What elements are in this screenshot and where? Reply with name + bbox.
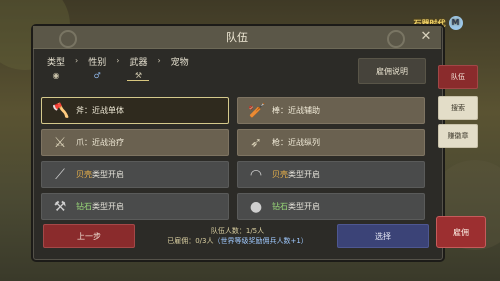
weapon-card-locked-diamond-2[interactable]: ● 钻石类型开启 bbox=[237, 193, 425, 220]
weapon-card-claw[interactable]: ⚔ 爪：近战治疗 bbox=[41, 129, 229, 156]
step-pet[interactable]: 宠物 bbox=[169, 55, 191, 68]
male-icon: ♂ bbox=[93, 71, 101, 80]
chevron-right-icon: › bbox=[157, 56, 161, 65]
axe-icon: 🪓 bbox=[52, 102, 70, 119]
weapon-card-locked-diamond-1[interactable]: ⚒ 钻石类型开启 bbox=[41, 193, 229, 220]
select-button[interactable]: 选择 bbox=[337, 224, 429, 248]
weapon-card-label: 贝壳类型开启 bbox=[272, 170, 320, 179]
hired-note: （世界等级奖励佣兵人数+1） bbox=[213, 237, 308, 245]
step-gender-label: 性别 bbox=[88, 58, 107, 68]
hired-count: 已雇佣：0/3人 bbox=[167, 237, 214, 245]
weapon-card-label: 斧：近战单体 bbox=[76, 106, 124, 115]
hire-button[interactable]: 雇佣 bbox=[436, 216, 486, 248]
stone-axe-icon: ⚒ bbox=[53, 198, 67, 215]
step-type-icon: ◉ bbox=[52, 71, 60, 80]
weapon-card-label: 爪：近战治疗 bbox=[76, 138, 124, 147]
weapon-card-label: 钻石类型开启 bbox=[272, 202, 320, 211]
weapon-card-locked-shell-2[interactable]: ◠ 贝壳类型开启 bbox=[237, 161, 425, 188]
step-pet-label: 宠物 bbox=[170, 58, 189, 68]
side-tab-search[interactable]: 搜索 bbox=[438, 96, 478, 120]
sack-icon: ● bbox=[249, 198, 263, 215]
claw-icon: ⚔ bbox=[53, 134, 67, 151]
spear-icon: ➶ bbox=[250, 134, 262, 151]
title-ornament-right-icon bbox=[387, 30, 405, 48]
weapon-card-label: 枪：近战纵列 bbox=[272, 138, 320, 147]
weapon-card-label: 钻石类型开启 bbox=[76, 202, 124, 211]
club-icon: 🏏 bbox=[248, 102, 266, 119]
step-weapon-label: 武器 bbox=[129, 58, 148, 68]
weapon-card-axe[interactable]: 🪓 斧：近战单体 bbox=[41, 97, 229, 124]
step-type-label: 类型 bbox=[47, 58, 66, 68]
boomerang-icon: ◠ bbox=[249, 166, 263, 183]
hired-count-line: 已雇佣：0/3人（世界等级奖励佣兵人数+1） bbox=[140, 236, 335, 246]
team-count: 队伍人数：1/5人 bbox=[210, 227, 265, 235]
hire-help-button[interactable]: 雇佣说明 bbox=[358, 58, 426, 84]
weapon-card-spear[interactable]: ➶ 枪：近战纵列 bbox=[237, 129, 425, 156]
step-gender[interactable]: 性别 ♂ bbox=[86, 55, 108, 80]
weapon-card-locked-shell-1[interactable]: ⟋ 贝壳类型开启 bbox=[41, 161, 229, 188]
step-weapon[interactable]: 武器 ⚒ bbox=[127, 55, 150, 81]
weapon-card-club[interactable]: 🏏 棒：近战辅助 bbox=[237, 97, 425, 124]
weapon-icon: ⚒ bbox=[134, 71, 143, 80]
shell-weapon-icon: ⟋ bbox=[55, 166, 65, 183]
logo-badge: M bbox=[448, 16, 463, 30]
panel-title: 队伍 bbox=[226, 31, 248, 44]
title-ornament-left-icon bbox=[59, 30, 77, 48]
chevron-right-icon: › bbox=[75, 56, 79, 65]
side-tab-earn-badge[interactable]: 赚徽章 bbox=[438, 124, 478, 148]
panel-titlebar: 队伍 ✕ bbox=[33, 26, 441, 49]
step-type[interactable]: 类型 ◉ bbox=[45, 55, 67, 80]
previous-step-button[interactable]: 上一步 bbox=[43, 224, 135, 248]
close-icon[interactable]: ✕ bbox=[418, 29, 434, 45]
step-breadcrumb: 类型 ◉ › 性别 ♂ › 武器 ⚒ › 宠物 bbox=[45, 55, 191, 87]
chevron-right-icon: › bbox=[116, 56, 120, 65]
team-info: 队伍人数：1/5人 已雇佣：0/3人（世界等级奖励佣兵人数+1） bbox=[140, 226, 335, 246]
weapon-card-label: 贝壳类型开启 bbox=[76, 170, 124, 179]
weapon-card-label: 棒：近战辅助 bbox=[272, 106, 320, 115]
side-tab-team[interactable]: 队伍 bbox=[438, 65, 478, 89]
